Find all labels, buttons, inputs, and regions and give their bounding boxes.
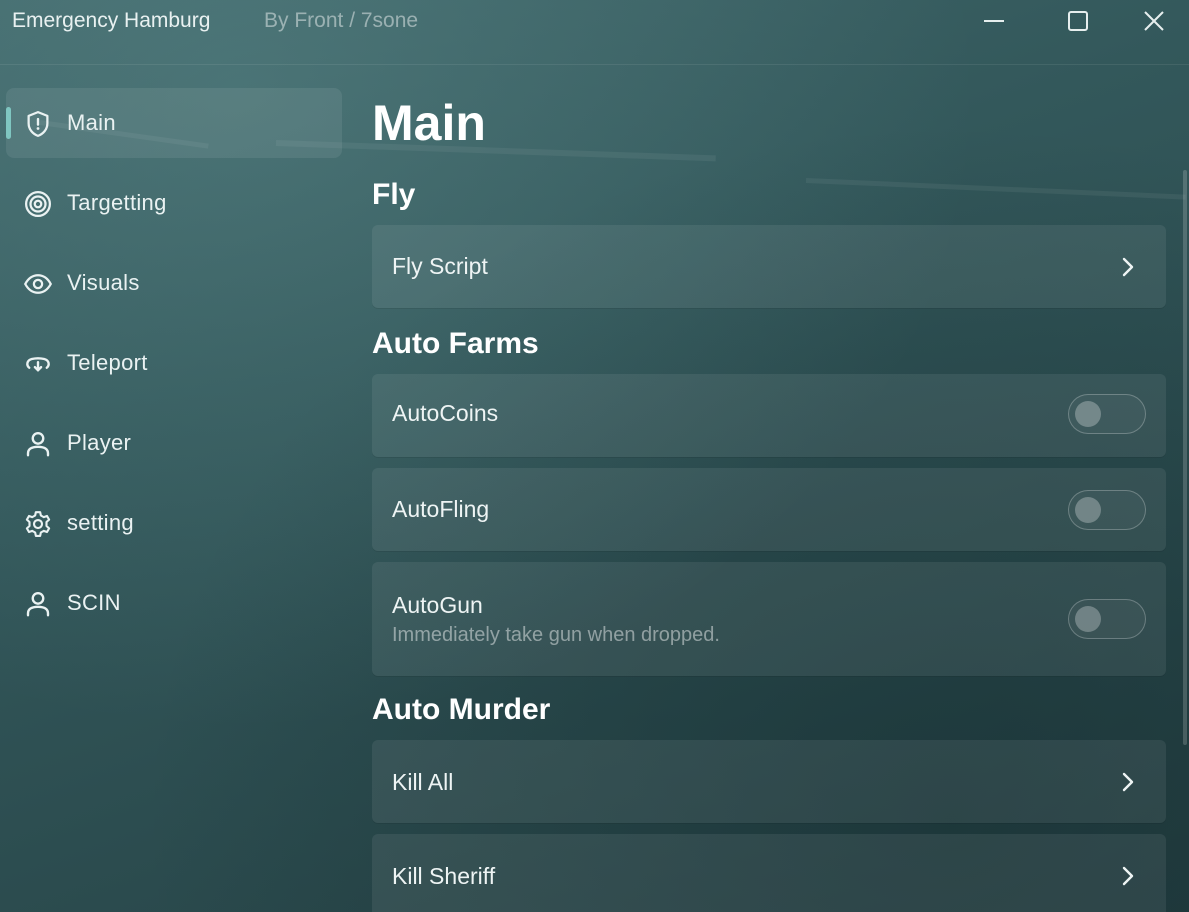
user-icon bbox=[22, 588, 54, 620]
scrollbar[interactable] bbox=[1183, 170, 1187, 745]
section-title-fly: Fly bbox=[372, 178, 416, 211]
teleport-icon bbox=[22, 348, 54, 380]
sidebar-item-label: Targetting bbox=[67, 190, 167, 215]
kill-sheriff-button[interactable]: Kill Sheriff bbox=[372, 834, 1166, 912]
autogun-toggle[interactable] bbox=[1068, 599, 1146, 639]
shield-alert-icon bbox=[22, 108, 54, 140]
eye-icon bbox=[22, 268, 54, 300]
background-streak bbox=[805, 178, 1186, 200]
gear-icon bbox=[22, 508, 54, 540]
sidebar-item-visuals[interactable]: Visuals bbox=[6, 248, 342, 318]
row-description: Immediately take gun when dropped. bbox=[392, 624, 720, 646]
minimize-button[interactable] bbox=[976, 6, 1012, 36]
toggle-knob bbox=[1075, 401, 1101, 427]
minimize-icon bbox=[984, 20, 1004, 22]
window-subtitle: By Front / 7sone bbox=[264, 9, 419, 32]
chevron-right-icon bbox=[1122, 866, 1134, 886]
row-label: Kill All bbox=[392, 769, 454, 795]
page-title: Main bbox=[372, 95, 486, 151]
autocoins-toggle[interactable] bbox=[1068, 394, 1146, 434]
autocoins-row: AutoCoins bbox=[372, 374, 1166, 457]
sidebar-item-scin[interactable]: SCIN bbox=[6, 568, 342, 638]
row-label: Fly Script bbox=[392, 253, 488, 279]
row-label: Kill Sheriff bbox=[392, 863, 496, 889]
toggle-knob bbox=[1075, 606, 1101, 632]
sidebar-item-teleport[interactable]: Teleport bbox=[6, 328, 342, 398]
close-icon bbox=[1144, 11, 1164, 31]
sidebar-item-label: Main bbox=[67, 110, 116, 135]
section-title-auto-murder: Auto Murder bbox=[372, 693, 551, 726]
kill-all-button[interactable]: Kill All bbox=[372, 740, 1166, 823]
sidebar-item-label: Teleport bbox=[67, 350, 148, 375]
autogun-row: AutoGun Immediately take gun when droppe… bbox=[372, 562, 1166, 676]
sidebar-item-targetting[interactable]: Targetting bbox=[6, 168, 342, 238]
sidebar-item-setting[interactable]: setting bbox=[6, 488, 342, 558]
target-icon bbox=[22, 188, 54, 220]
row-label: AutoGun bbox=[392, 592, 483, 618]
chevron-right-icon bbox=[1122, 257, 1134, 277]
app-window: Emergency Hamburg By Front / 7sone Main … bbox=[0, 0, 1189, 912]
sidebar-item-label: setting bbox=[67, 510, 134, 535]
autofling-row: AutoFling bbox=[372, 468, 1166, 551]
section-title-auto-farms: Auto Farms bbox=[372, 327, 539, 360]
row-label: AutoCoins bbox=[392, 400, 499, 426]
sidebar: Main Targetting Visuals Teleport Player bbox=[6, 88, 342, 648]
close-button[interactable] bbox=[1136, 6, 1172, 36]
sidebar-item-main[interactable]: Main bbox=[6, 88, 342, 158]
maximize-button[interactable] bbox=[1060, 6, 1096, 36]
sidebar-item-label: Player bbox=[67, 430, 132, 455]
sidebar-item-label: Visuals bbox=[67, 270, 140, 295]
user-icon bbox=[22, 428, 54, 460]
title-bar[interactable]: Emergency Hamburg By Front / 7sone bbox=[0, 0, 1189, 65]
toggle-knob bbox=[1075, 497, 1101, 523]
sidebar-item-player[interactable]: Player bbox=[6, 408, 342, 478]
autofling-toggle[interactable] bbox=[1068, 490, 1146, 530]
window-title: Emergency Hamburg bbox=[12, 9, 211, 32]
chevron-right-icon bbox=[1122, 772, 1134, 792]
row-label: AutoFling bbox=[392, 496, 490, 522]
maximize-icon bbox=[1068, 11, 1088, 31]
fly-script-button[interactable]: Fly Script bbox=[372, 225, 1166, 308]
active-indicator bbox=[6, 107, 11, 139]
sidebar-item-label: SCIN bbox=[67, 590, 121, 615]
